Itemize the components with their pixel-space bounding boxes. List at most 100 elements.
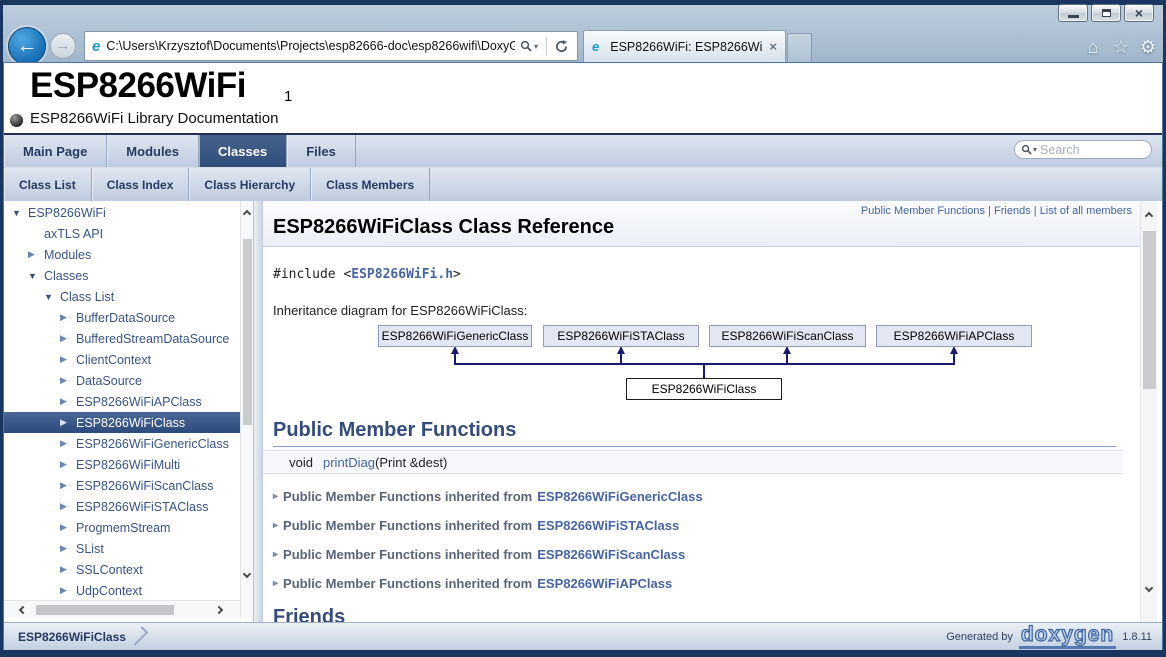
tree-collapsed-icon[interactable]: ▶ [60,459,76,470]
tree-item-sslcontext[interactable]: ▶SSLContext [4,559,240,580]
tree-item-bufferdatasource[interactable]: ▶BufferDataSource [4,307,240,328]
scroll-up-icon[interactable] [243,210,251,218]
scroll-down-icon[interactable] [1145,584,1153,592]
scroll-left-icon[interactable] [19,606,27,614]
diagram-class-box-esp8266wifigenericclass[interactable]: ESP8266WiFiGenericClass [378,325,532,347]
tab-class-list[interactable]: Class List [4,168,92,201]
sidebar-horizontal-scrollbar[interactable] [4,600,240,618]
diagram-class-box-esp8266wifistaclass[interactable]: ESP8266WiFiSTAClass [543,325,699,347]
close-button[interactable]: × [1124,4,1154,22]
inherited-class-link[interactable]: ESP8266WiFiGenericClass [537,489,702,504]
inherited-members-row-esp8266wifiapclass[interactable]: ▸Public Member Functions inherited fromE… [273,575,672,591]
ie-favicon: e [592,39,599,54]
inherited-prefix: Public Member Functions inherited from [283,489,532,504]
tree-collapsed-icon[interactable]: ▶ [60,564,76,575]
scroll-up-icon[interactable] [1145,212,1153,220]
tree-collapsed-icon[interactable]: ▶ [60,438,76,449]
tree-collapsed-icon[interactable]: ▶ [60,333,76,344]
browser-tab[interactable]: e ESP8266WiFi: ESP8266WiFi... × [583,30,786,62]
tab-class-hierarchy[interactable]: Class Hierarchy [189,168,311,201]
maximize-button[interactable] [1091,4,1121,22]
tree-item-clientcontext[interactable]: ▶ClientContext [4,349,240,370]
favorites-star-icon[interactable]: ☆ [1110,37,1132,57]
tree-item-classes[interactable]: ▼Classes [4,265,240,286]
tree-item-slist[interactable]: ▶SList [4,538,240,559]
tree-collapsed-icon[interactable]: ▶ [60,354,76,365]
sidebar-resize-handle[interactable] [253,201,262,622]
tree-item-modules[interactable]: ▶Modules [4,244,240,265]
tree-item-esp8266wifigenericclass[interactable]: ▶ESP8266WiFiGenericClass [4,433,240,454]
tab-class-members[interactable]: Class Members [311,168,430,201]
tree-expanded-icon[interactable]: ▼ [12,208,28,218]
address-search-button[interactable]: ▾ [515,40,543,52]
settings-gear-icon[interactable]: ⚙ [1137,37,1159,57]
tree-item-esp8266wifiapclass[interactable]: ▶ESP8266WiFiAPClass [4,391,240,412]
inherited-class-link[interactable]: ESP8266WiFiScanClass [537,547,685,562]
diagram-class-box-esp8266wifiapclass[interactable]: ESP8266WiFiAPClass [876,325,1032,347]
summary-link-friends[interactable]: Friends [994,205,1031,217]
forward-button[interactable]: → [50,33,76,59]
tab-classes[interactable]: Classes [199,135,287,167]
tab-close-icon[interactable]: × [769,39,777,54]
tab-class-index[interactable]: Class Index [92,168,190,201]
new-tab-button[interactable] [787,33,812,62]
tree-expanded-icon[interactable]: ▼ [44,292,60,302]
tree-collapsed-icon[interactable]: ▶ [60,585,76,596]
scrollbar-thumb[interactable] [36,605,174,615]
refresh-button[interactable] [550,39,572,54]
scroll-down-icon[interactable] [243,570,251,578]
summary-link-list-of-all-members[interactable]: List of all members [1040,205,1132,217]
tab-files[interactable]: Files [287,135,356,167]
include-file-link[interactable]: ESP8266WiFi.h [351,267,453,282]
project-brief: ESP8266WiFi Library Documentation [30,110,278,127]
breadcrumb[interactable]: ESP8266WiFiClass [18,630,126,644]
scrollbar-thumb[interactable] [243,239,252,425]
tree-item-udpcontext[interactable]: ▶UdpContext [4,580,240,600]
scroll-right-icon[interactable] [215,606,223,614]
content-vertical-scrollbar[interactable] [1140,201,1157,622]
collapsed-arrow-icon: ▸ [273,578,278,589]
search-box[interactable]: ▾ [1014,140,1152,159]
inherited-members-row-esp8266wifistaclass[interactable]: ▸Public Member Functions inherited fromE… [273,517,679,533]
tree-item-datasource[interactable]: ▶DataSource [4,370,240,391]
tree-item-label: ESP8266WiFiMulti [76,458,180,472]
page-title: ESP8266WiFiClass Class Reference [273,216,614,239]
member-name-link[interactable]: printDiag [323,455,375,470]
tree-item-esp8266wifi[interactable]: ▼ESP8266WiFi [4,202,240,223]
minimize-button[interactable] [1058,4,1088,22]
tab-modules[interactable]: Modules [107,135,199,167]
tree-item-esp8266wifiscanclass[interactable]: ▶ESP8266WiFiScanClass [4,475,240,496]
sidebar-vertical-scrollbar[interactable] [240,201,253,618]
tree-collapsed-icon[interactable]: ▶ [60,480,76,491]
tree-collapsed-icon[interactable]: ▶ [60,417,76,428]
tree-collapsed-icon[interactable]: ▶ [60,543,76,554]
tree-item-class-list[interactable]: ▼Class List [4,286,240,307]
tree-item-label: DataSource [76,374,142,388]
tree-item-progmemstream[interactable]: ▶ProgmemStream [4,517,240,538]
tree-collapsed-icon[interactable]: ▶ [60,396,76,407]
tree-item-esp8266wificlass[interactable]: ▶ESP8266WiFiClass [4,412,240,433]
inherited-class-link[interactable]: ESP8266WiFiAPClass [537,576,672,591]
summary-link-public-member-functions[interactable]: Public Member Functions [861,205,985,217]
tree-collapsed-icon[interactable]: ▶ [60,375,76,386]
inherited-class-link[interactable]: ESP8266WiFiSTAClass [537,518,679,533]
tab-main-page[interactable]: Main Page [4,135,107,167]
doxygen-logo[interactable]: doxygen [1019,624,1116,649]
home-icon[interactable]: ⌂ [1082,37,1104,57]
tree-collapsed-icon[interactable]: ▶ [60,522,76,533]
scrollbar-thumb[interactable] [1143,231,1156,389]
tree-item-bufferedstreamdatasource[interactable]: ▶BufferedStreamDataSource [4,328,240,349]
tree-item-esp8266wifistaclass[interactable]: ▶ESP8266WiFiSTAClass [4,496,240,517]
tree-item-axtls-api[interactable]: axTLS API [4,223,240,244]
tree-expanded-icon[interactable]: ▼ [28,271,44,281]
tree-collapsed-icon[interactable]: ▶ [28,249,44,260]
search-input[interactable] [1040,143,1130,157]
back-button[interactable]: ← [8,27,46,65]
diagram-class-box-esp8266wifiscanclass[interactable]: ESP8266WiFiScanClass [709,325,866,347]
inherited-members-row-esp8266wifiscanclass[interactable]: ▸Public Member Functions inherited fromE… [273,546,685,562]
address-bar[interactable]: e C:\Users\Krzysztof\Documents\Projects\… [84,31,578,61]
tree-collapsed-icon[interactable]: ▶ [60,312,76,323]
tree-item-esp8266wifimulti[interactable]: ▶ESP8266WiFiMulti [4,454,240,475]
tree-collapsed-icon[interactable]: ▶ [60,501,76,512]
inherited-members-row-esp8266wifigenericclass[interactable]: ▸Public Member Functions inherited fromE… [273,488,703,504]
